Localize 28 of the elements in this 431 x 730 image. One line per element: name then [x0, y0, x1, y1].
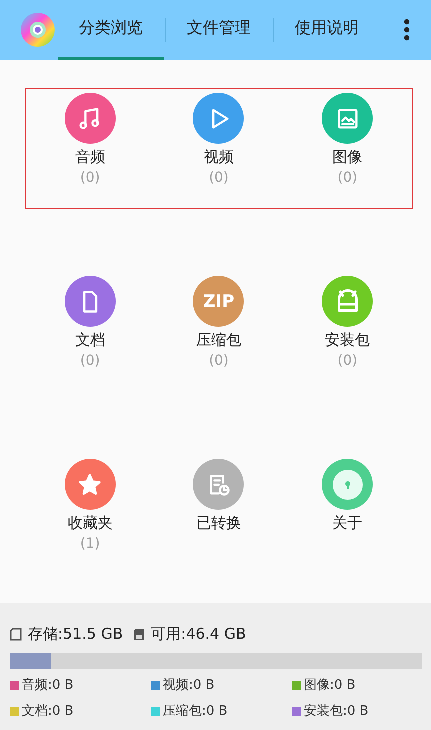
- storage-total: 存储:51.5 GB: [28, 625, 124, 644]
- category-label: 关于: [332, 514, 363, 533]
- zip-label: ZIP: [203, 292, 235, 312]
- category-label: 文档: [75, 331, 106, 350]
- category-label: 音频: [75, 148, 106, 167]
- legend-label: 音频:0 B: [22, 677, 74, 694]
- item-count: (0): [80, 353, 100, 369]
- item-count: (0): [209, 353, 229, 369]
- legend-label: 压缩包:0 B: [163, 703, 228, 720]
- item-count: (0): [80, 170, 100, 186]
- category-label: 收藏夹: [68, 514, 113, 533]
- storage-free: 可用:46.4 GB: [151, 625, 246, 644]
- legend-label: 图像:0 B: [304, 677, 356, 694]
- tab[interactable]: 使用说明: [274, 0, 380, 60]
- item-count: (0): [338, 353, 358, 369]
- tab[interactable]: 文件管理: [166, 0, 272, 60]
- tab[interactable]: 分类浏览: [58, 0, 164, 60]
- category-label: 安装包: [325, 331, 370, 350]
- category-label: 图像: [332, 148, 363, 167]
- legend-label: 安装包:0 B: [304, 703, 369, 720]
- item-count: (1): [80, 536, 100, 552]
- category-label: 已转换: [196, 514, 242, 533]
- legend-label: 视频:0 B: [163, 677, 215, 694]
- category-label: 视频: [204, 148, 234, 167]
- category-label: 压缩包: [196, 331, 242, 350]
- item-count: (0): [209, 170, 229, 186]
- legend-label: 文档:0 B: [22, 703, 74, 720]
- item-count: (0): [338, 170, 358, 186]
